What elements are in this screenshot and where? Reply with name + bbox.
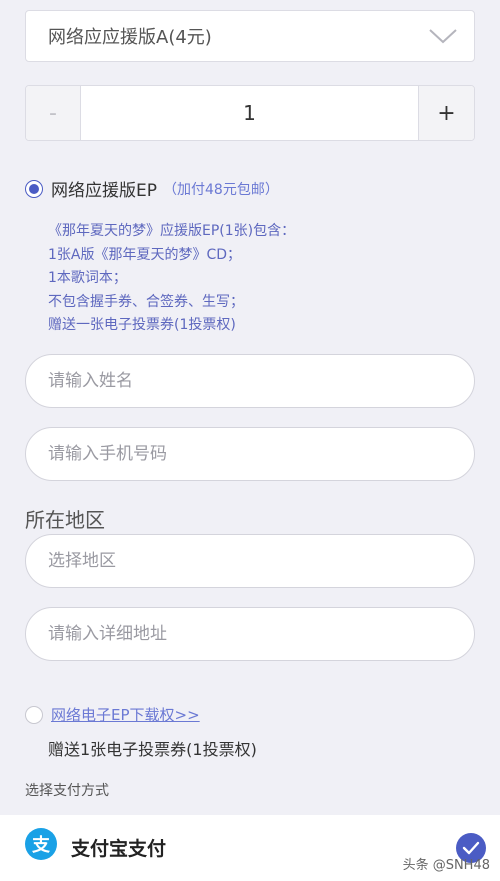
ep-description-line: 1张A版《那年夏天的梦》CD； xyxy=(48,246,242,263)
decrement-button[interactable]: - xyxy=(26,86,81,140)
option-download[interactable]: 网络电子EP下载权>> xyxy=(25,704,200,725)
ep-description: 《那年夏天的梦》应援版EP(1张)包含： 1张A版《那年夏天的梦》CD； 1本歌… xyxy=(48,220,468,338)
payment-section-title: 选择支付方式 xyxy=(25,783,109,799)
alipay-icon: 支 xyxy=(25,828,57,860)
quantity-stepper: - 1 + xyxy=(25,85,475,141)
address-input[interactable] xyxy=(25,607,475,661)
version-select[interactable]: 网络应应援版A(4元) xyxy=(25,10,475,62)
ep-description-line: 1本歌词本； xyxy=(48,270,127,287)
ep-radio[interactable] xyxy=(25,179,43,198)
name-input[interactable] xyxy=(25,354,475,408)
region-select[interactable] xyxy=(25,534,475,588)
download-link[interactable]: 网络电子EP下载权>> xyxy=(51,704,200,725)
option-ep-label: 网络应援版EP xyxy=(51,181,157,201)
ep-description-line: 不包含握手券、合签券、生写； xyxy=(48,293,244,310)
region-label: 所在地区 xyxy=(25,508,105,532)
increment-button[interactable]: + xyxy=(418,86,474,140)
version-select-value: 网络应应援版A(4元) xyxy=(48,27,212,48)
phone-input[interactable] xyxy=(25,427,475,481)
option-ep-note: （加付48元包邮） xyxy=(163,181,279,198)
quantity-value[interactable]: 1 xyxy=(81,86,418,140)
chevron-down-icon xyxy=(429,29,457,44)
alipay-label: 支付宝支付 xyxy=(71,837,167,860)
option-ep[interactable]: 网络应援版EP （加付48元包邮） xyxy=(25,176,279,201)
download-radio[interactable] xyxy=(25,705,43,724)
ep-description-line: 赠送一张电子投票券(1投票权) xyxy=(48,317,236,334)
download-subtext: 赠送1张电子投票券(1投票权) xyxy=(48,740,257,759)
watermark: 头条 @SNH48 xyxy=(402,858,490,873)
ep-description-line: 《那年夏天的梦》应援版EP(1张)包含： xyxy=(48,223,296,239)
